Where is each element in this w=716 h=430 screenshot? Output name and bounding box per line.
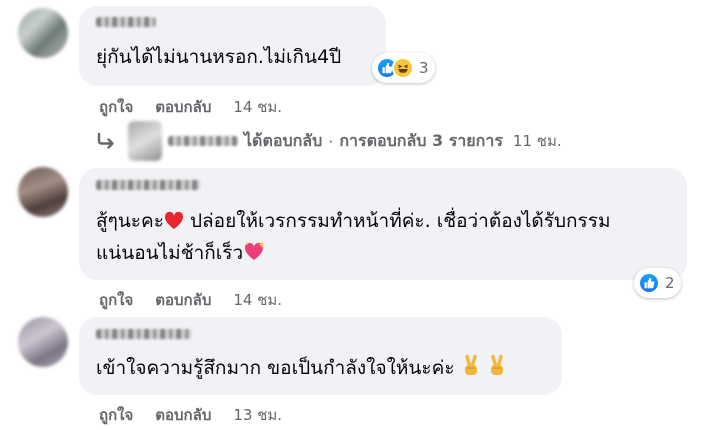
view-replies-link[interactable]: ได้ตอบกลับ · การตอบกลับ 3 รายการ 11 ชม. [96,121,562,161]
reaction-count: 3 [419,59,429,77]
commenter-name-blurred[interactable] [96,17,156,27]
comment-text-part: แน่นอนไม่ช้าก็เร็ว [96,242,244,264]
reaction-summary[interactable]: 2 [634,268,681,298]
replies-count-text: การตอบกลับ 3 รายการ [339,130,503,150]
timestamp[interactable]: 14 ชม. [233,291,282,309]
heart-icon [164,209,184,239]
comment-text: ยุ่กันได้ไม่นานหรอก.ไม่เกิน4ปี [96,46,342,68]
comment-text-part: ปล่อยให้เวรกรรมทำหน้าที่ค่ะ. เชื่อว่าต้อ… [183,210,611,232]
victory-hand-icon [461,354,481,386]
reply-button[interactable]: ตอบกลับ [155,291,211,309]
like-button[interactable]: ถูกใจ [99,406,133,424]
comment-text-line-2: แน่นอนไม่ช้าก็เร็ว [96,238,267,271]
like-icon [638,272,660,294]
reaction-count: 2 [665,274,675,292]
comment-text-part: สู้ๆนะคะ [96,210,164,232]
sparkling-heart-icon [243,240,267,271]
commenter-name-blurred[interactable] [96,180,200,190]
commenter-name-blurred[interactable] [96,329,192,339]
avatar[interactable] [18,317,68,367]
comment-bubble: เข้าใจความรู้สึกมาก ขอเป็นกำลังใจให้นะค่… [79,317,562,395]
comment-actions: ถูกใจ ตอบกลับ 14 ชม. [99,288,282,312]
comment-text-part: เข้าใจความรู้สึกมาก ขอเป็นกำลังใจให้นะค่… [96,357,455,379]
replied-text: ได้ตอบกลับ [244,130,323,150]
like-button[interactable]: ถูกใจ [99,291,133,309]
comment-bubble: สู้ๆนะคะ ปล่อยให้เวรกรรมทำหน้าที่ค่ะ. เช… [79,168,687,280]
timestamp: 11 ชม. [512,132,562,150]
comment-bubble: ยุ่กันได้ไม่นานหรอก.ไม่เกิน4ปี [79,6,386,86]
victory-hand-icon [487,354,507,386]
comment-actions: ถูกใจ ตอบกลับ 13 ชม. [99,403,282,427]
replier-name-blurred [168,136,238,146]
avatar[interactable] [18,167,68,217]
reply-button[interactable]: ตอบกลับ [155,98,211,116]
reply-arrow-icon [96,132,116,150]
separator: · [328,131,334,151]
timestamp[interactable]: 13 ชม. [233,406,282,424]
haha-icon [392,57,414,79]
comment-text-line-1: สู้ๆนะคะ ปล่อยให้เวรกรรมทำหน้าที่ค่ะ. เช… [96,206,610,239]
like-button[interactable]: ถูกใจ [99,98,133,116]
timestamp[interactable]: 14 ชม. [233,98,282,116]
comment-actions: ถูกใจ ตอบกลับ 14 ชม. [99,95,282,119]
reply-button[interactable]: ตอบกลับ [155,406,211,424]
avatar[interactable] [128,121,162,161]
reaction-summary[interactable]: 3 [372,53,435,83]
comment-text: เข้าใจความรู้สึกมาก ขอเป็นกำลังใจให้นะค่… [96,353,507,386]
avatar[interactable] [18,8,68,58]
